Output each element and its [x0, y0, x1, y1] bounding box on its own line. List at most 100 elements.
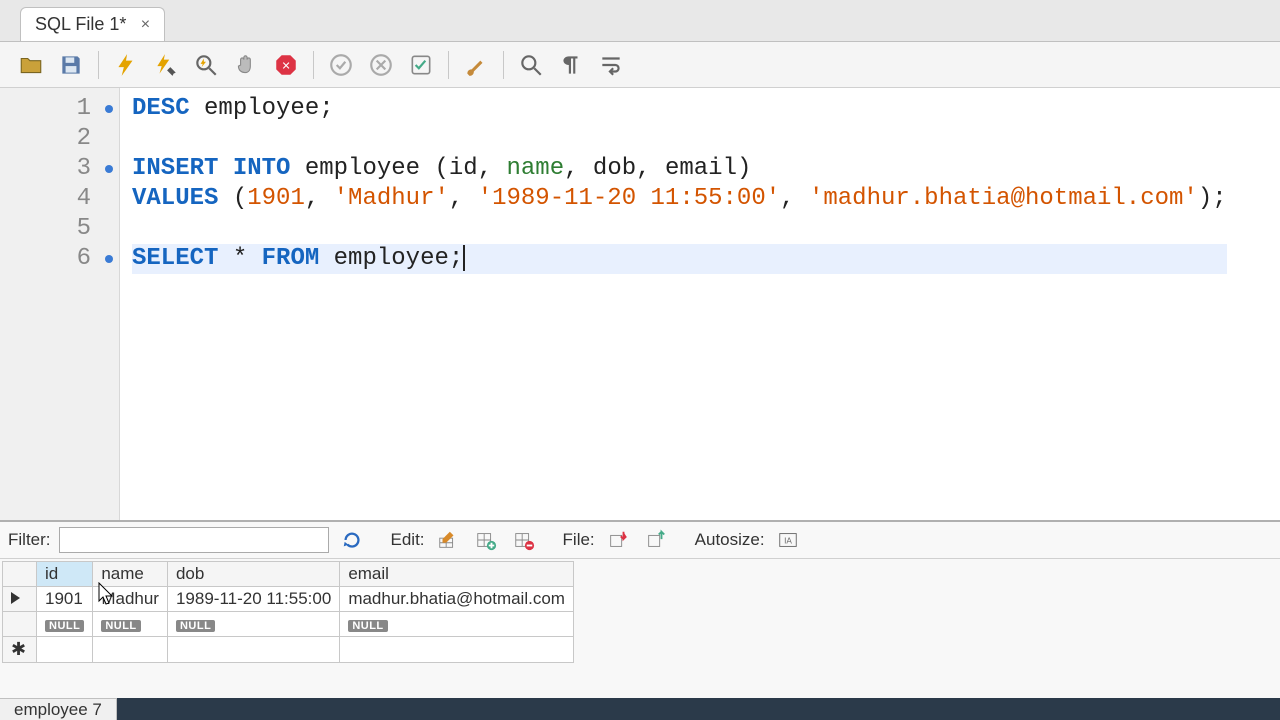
save-button[interactable]	[54, 48, 88, 82]
wrap-icon	[598, 52, 624, 78]
stop-button[interactable]	[229, 48, 263, 82]
cell-null: NULL	[37, 612, 93, 637]
execute-button[interactable]	[109, 48, 143, 82]
result-tab[interactable]: employee 7	[0, 698, 117, 720]
lightning-icon	[113, 52, 139, 78]
export-icon	[645, 529, 667, 551]
stop-sign-icon: ✕	[273, 52, 299, 78]
refresh-icon	[341, 529, 363, 551]
open-file-button[interactable]	[14, 48, 48, 82]
line-number: 3	[0, 154, 119, 184]
result-tab-bar: employee 7	[0, 698, 1280, 720]
rollback-button[interactable]	[364, 48, 398, 82]
grid-header-row: id name dob email	[3, 562, 574, 587]
save-icon	[58, 52, 84, 78]
edit-row-button[interactable]	[433, 526, 463, 554]
svg-text:✕: ✕	[281, 60, 290, 72]
tab-bar: SQL File 1* ×	[0, 0, 1280, 42]
filter-label: Filter:	[8, 530, 51, 550]
grid-minus-icon	[513, 529, 535, 551]
new-row-icon: ✱	[11, 639, 26, 659]
line-number: 5	[0, 214, 119, 244]
lightning-cursor-icon	[153, 52, 179, 78]
autosize-button[interactable]: IA	[773, 526, 803, 554]
results-toolbar: Filter: Edit: File: Autosize: IA	[0, 522, 1280, 559]
result-tab-label: employee 7	[14, 700, 102, 720]
line-number: 2	[0, 124, 119, 154]
toolbar-separator	[503, 51, 504, 79]
row-indicator	[3, 612, 37, 637]
add-row-button[interactable]	[471, 526, 501, 554]
x-circle-icon	[368, 52, 394, 78]
row-indicator	[3, 587, 37, 612]
editor-gutter: 1 2 3 4 5 6	[0, 88, 120, 520]
folder-icon	[18, 52, 44, 78]
cell-name[interactable]: Madhur	[93, 587, 168, 612]
cell-dob[interactable]: 1989-11-20 11:55:00	[167, 587, 339, 612]
cell-email[interactable]: madhur.bhatia@hotmail.com	[340, 587, 574, 612]
grid-plus-icon	[475, 529, 497, 551]
grid-row[interactable]: 1901 Madhur 1989-11-20 11:55:00 madhur.b…	[3, 587, 574, 612]
pilcrow-icon	[558, 52, 584, 78]
grid-new-row[interactable]: ✱	[3, 637, 574, 663]
cell-null: NULL	[167, 612, 339, 637]
execute-current-button[interactable]	[149, 48, 183, 82]
sql-editor[interactable]: 1 2 3 4 5 6 DESC employee; INSERT INTO e…	[0, 88, 1280, 520]
invisible-chars-button[interactable]	[554, 48, 588, 82]
toolbar-separator	[313, 51, 314, 79]
file-tab-title: SQL File 1*	[35, 14, 126, 35]
refresh-button[interactable]	[337, 526, 367, 554]
editor-code[interactable]: DESC employee; INSERT INTO employee (id,…	[120, 88, 1239, 520]
statement-marker-icon	[105, 165, 113, 173]
results-pane: Filter: Edit: File: Autosize: IA	[0, 520, 1280, 720]
text-cursor	[463, 245, 465, 271]
pencil-grid-icon	[437, 529, 459, 551]
result-grid-wrap: id name dob email 1901 Madhur 1989-11-20…	[0, 559, 1280, 698]
check-circle-icon	[328, 52, 354, 78]
delete-row-button[interactable]	[509, 526, 539, 554]
search-icon	[518, 52, 544, 78]
autosize-icon: IA	[777, 529, 799, 551]
statement-marker-icon	[105, 105, 113, 113]
grid-corner	[3, 562, 37, 587]
autocommit-button[interactable]	[404, 48, 438, 82]
beautify-button[interactable]	[459, 48, 493, 82]
statement-marker-icon	[105, 255, 113, 263]
line-number: 1	[0, 94, 119, 124]
export-button[interactable]	[641, 526, 671, 554]
edit-label: Edit:	[391, 530, 425, 550]
cell-null: NULL	[340, 612, 574, 637]
file-tab[interactable]: SQL File 1* ×	[20, 7, 165, 41]
result-grid[interactable]: id name dob email 1901 Madhur 1989-11-20…	[2, 561, 574, 663]
brush-icon	[463, 52, 489, 78]
editor-toolbar: ✕	[0, 42, 1280, 88]
wrap-button[interactable]	[594, 48, 628, 82]
import-icon	[607, 529, 629, 551]
file-label: File:	[563, 530, 595, 550]
row-indicator: ✱	[3, 637, 37, 663]
hand-icon	[233, 52, 259, 78]
current-row-icon	[11, 592, 20, 604]
column-header-email[interactable]: email	[340, 562, 574, 587]
svg-text:IA: IA	[784, 537, 792, 546]
grid-null-row: NULL NULL NULL NULL	[3, 612, 574, 637]
column-header-id[interactable]: id	[37, 562, 93, 587]
toolbar-separator	[448, 51, 449, 79]
magnify-lightning-icon	[193, 52, 219, 78]
commit-button[interactable]	[324, 48, 358, 82]
autocommit-icon	[408, 52, 434, 78]
toolbar-separator	[98, 51, 99, 79]
column-header-dob[interactable]: dob	[167, 562, 339, 587]
filter-input[interactable]	[59, 527, 329, 553]
column-header-name[interactable]: name	[93, 562, 168, 587]
find-button[interactable]	[514, 48, 548, 82]
close-tab-icon[interactable]: ×	[136, 16, 154, 34]
cell-id[interactable]: 1901	[37, 587, 93, 612]
import-button[interactable]	[603, 526, 633, 554]
explain-button[interactable]	[189, 48, 223, 82]
cell-null: NULL	[93, 612, 168, 637]
line-number: 4	[0, 184, 119, 214]
stop-error-button[interactable]: ✕	[269, 48, 303, 82]
autosize-label: Autosize:	[695, 530, 765, 550]
line-number: 6	[0, 244, 119, 274]
